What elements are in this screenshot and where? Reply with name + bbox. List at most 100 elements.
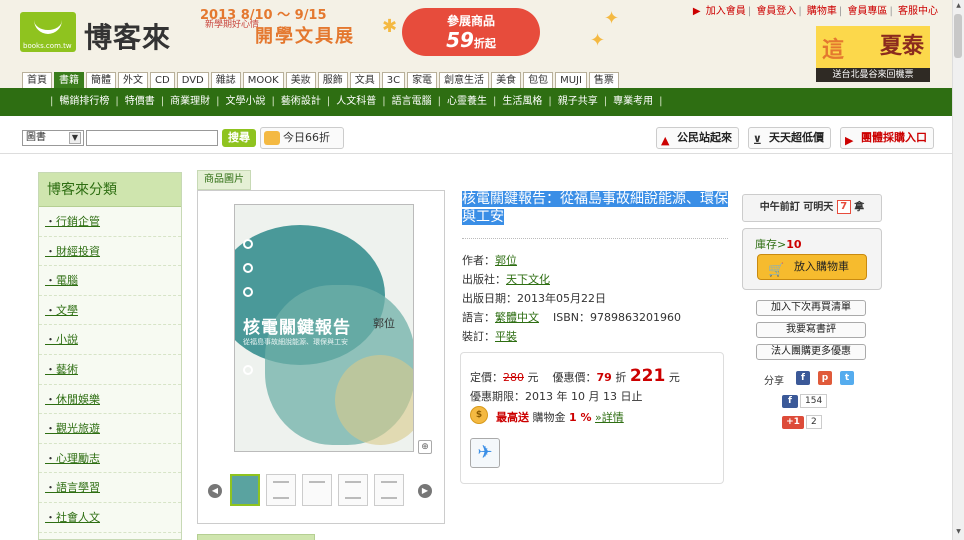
tab-product-images[interactable]: 商品圖片	[197, 170, 251, 190]
facebook-like-counter[interactable]: f 154	[782, 394, 828, 408]
nav-tab[interactable]: 雜誌	[210, 72, 241, 88]
category-link[interactable]: 專業考用	[613, 96, 653, 107]
isbn-value: 9789863201960	[590, 311, 681, 324]
facebook-icon[interactable]: f	[796, 371, 810, 385]
nav-tab[interactable]: 家電	[407, 72, 438, 88]
sidebar-item[interactable]: 社會人文	[39, 503, 181, 533]
scroll-down-icon[interactable]: ▼	[954, 528, 963, 537]
separator: |	[115, 96, 119, 107]
sidebar-item[interactable]: 語言學習	[39, 473, 181, 503]
nav-tab[interactable]: 美食	[491, 72, 522, 88]
sidebar-item[interactable]: 藝術	[39, 355, 181, 385]
promo-badge[interactable]: 參展商品 59折起	[402, 8, 540, 56]
sidebar-item[interactable]: 文學	[39, 296, 181, 326]
lowest-price-button[interactable]: ⊻ 天天超低價	[748, 127, 831, 149]
group-buy-button[interactable]: ▶ 團體採購入口	[840, 127, 934, 149]
plurk-icon[interactable]: p	[818, 371, 832, 385]
category-link[interactable]: 暢銷排行榜	[59, 96, 109, 107]
add-to-cart-button[interactable]: 🛒 放入購物車	[757, 254, 867, 280]
scrollbar-thumb[interactable]	[954, 14, 962, 58]
drop-icon	[243, 239, 253, 249]
thumbnail[interactable]	[338, 474, 368, 506]
binding-link[interactable]: 平裝	[495, 330, 517, 343]
top-link-login[interactable]: 會員登入	[756, 6, 796, 17]
author-link[interactable]: 郭位	[495, 254, 517, 267]
nav-tab[interactable]: 外文	[118, 72, 148, 88]
coin-icon: $	[470, 406, 488, 424]
logo-text[interactable]: 博客來	[84, 16, 171, 56]
nav-tab[interactable]: 創意生活	[439, 72, 490, 88]
language-link[interactable]: 繁體中文	[495, 311, 539, 324]
banner-title[interactable]: 開學文具展	[255, 22, 355, 48]
chevron-left-icon[interactable]: ◀	[208, 484, 222, 498]
separator: |	[271, 96, 275, 107]
book-cover-image[interactable]: 核電關鍵報告 郭位 從福島事故細說能源、環保與工安	[234, 204, 414, 452]
nav-tab[interactable]: 3C	[381, 72, 406, 88]
write-review-button[interactable]: 我要寫書評	[756, 322, 866, 338]
sidebar-item[interactable]: 小說	[39, 325, 181, 355]
sidebar-item[interactable]: 觀光旅遊	[39, 414, 181, 444]
side-ad-text2: 夏泰	[879, 34, 924, 59]
sidebar-item[interactable]: 休閒娛樂	[39, 385, 181, 415]
thumbnail[interactable]	[302, 474, 332, 506]
nav-tab[interactable]: 首頁	[22, 72, 52, 88]
category-link[interactable]: 藝術設計	[281, 96, 321, 107]
sidebar-item[interactable]: 心理勵志	[39, 444, 181, 474]
nav-tab[interactable]: MOOK	[242, 72, 284, 88]
sidebar-item[interactable]: 電腦	[39, 266, 181, 296]
wishlist-button[interactable]: 加入下次再買清單	[756, 300, 866, 316]
nav-tab[interactable]: 包包	[523, 72, 554, 88]
gplus-counter[interactable]: +1 2	[782, 415, 822, 429]
sidebar-item[interactable]: 行銷企管	[39, 207, 181, 237]
category-link[interactable]: 親子共享	[558, 96, 598, 107]
cover-author: 郭位	[373, 317, 395, 330]
category-link[interactable]: 語言電腦	[392, 96, 432, 107]
thumbnail[interactable]	[266, 474, 296, 506]
nav-tab[interactable]: 書籍	[54, 72, 84, 88]
scrollbar[interactable]	[952, 0, 964, 540]
search-scope-select[interactable]: 圖書 ▼	[22, 130, 84, 146]
top-link-service[interactable]: 客服中心	[898, 6, 938, 17]
nav-tab[interactable]: DVD	[176, 72, 209, 88]
corporate-buy-button[interactable]: 法人團購更多優惠	[756, 344, 866, 360]
discount-rate: 79	[596, 371, 612, 384]
logo-mark[interactable]: books.com.tw	[20, 12, 76, 52]
nav-tab[interactable]: 美妝	[285, 72, 316, 88]
today-discount-label: 今日66折	[283, 131, 330, 144]
category-link[interactable]: 心靈養生	[447, 96, 487, 107]
twitter-icon[interactable]: t	[840, 371, 854, 385]
search-input[interactable]	[86, 130, 218, 146]
scroll-up-icon[interactable]: ▲	[954, 2, 963, 11]
group-buy-label: 團體採購入口	[861, 131, 927, 144]
category-link[interactable]: 人文科普	[336, 96, 376, 107]
nav-tab[interactable]: MUJI	[555, 72, 587, 88]
top-link-member[interactable]: 會員專區	[847, 6, 887, 17]
bonus-details-link[interactable]: »詳情	[595, 411, 624, 424]
category-link[interactable]: 特價書	[125, 96, 155, 107]
lowest-price-label: 天天超低價	[769, 131, 824, 144]
zoom-icon[interactable]: ⊕	[418, 440, 432, 454]
nav-tab[interactable]: 簡體	[86, 72, 116, 88]
bookshelf-icon	[264, 131, 280, 145]
thumbnail-strip: ◀ ▶	[208, 474, 436, 508]
side-ad-banner[interactable]: 這 夏泰 送台北曼谷來回機票	[816, 26, 930, 82]
bottom-tab[interactable]	[197, 534, 315, 540]
nav-tab[interactable]: 服飾	[317, 72, 348, 88]
thumbnail[interactable]	[230, 474, 260, 506]
nav-tab[interactable]: CD	[150, 72, 175, 88]
top-link-cart[interactable]: 購物車	[807, 6, 837, 17]
today-discount-button[interactable]: 今日66折	[260, 127, 344, 149]
top-link-join[interactable]: 加入會員	[706, 6, 746, 17]
category-link[interactable]: 商業理財	[170, 96, 210, 107]
nav-tab[interactable]: 售票	[588, 72, 619, 88]
sidebar-item[interactable]: 財經投資	[39, 237, 181, 267]
category-link[interactable]: 生活風格	[502, 96, 542, 107]
chevron-right-icon[interactable]: ▶	[418, 484, 432, 498]
nav-tab[interactable]: 文具	[349, 72, 380, 88]
citizen-button[interactable]: ▲ 公民站起來	[656, 127, 739, 149]
search-button[interactable]: 搜尋	[222, 129, 256, 147]
category-link[interactable]: 文學小說	[226, 96, 266, 107]
airplane-icon[interactable]: ✈	[470, 438, 500, 468]
publisher-link[interactable]: 天下文化	[506, 273, 550, 286]
thumbnail[interactable]	[374, 474, 404, 506]
